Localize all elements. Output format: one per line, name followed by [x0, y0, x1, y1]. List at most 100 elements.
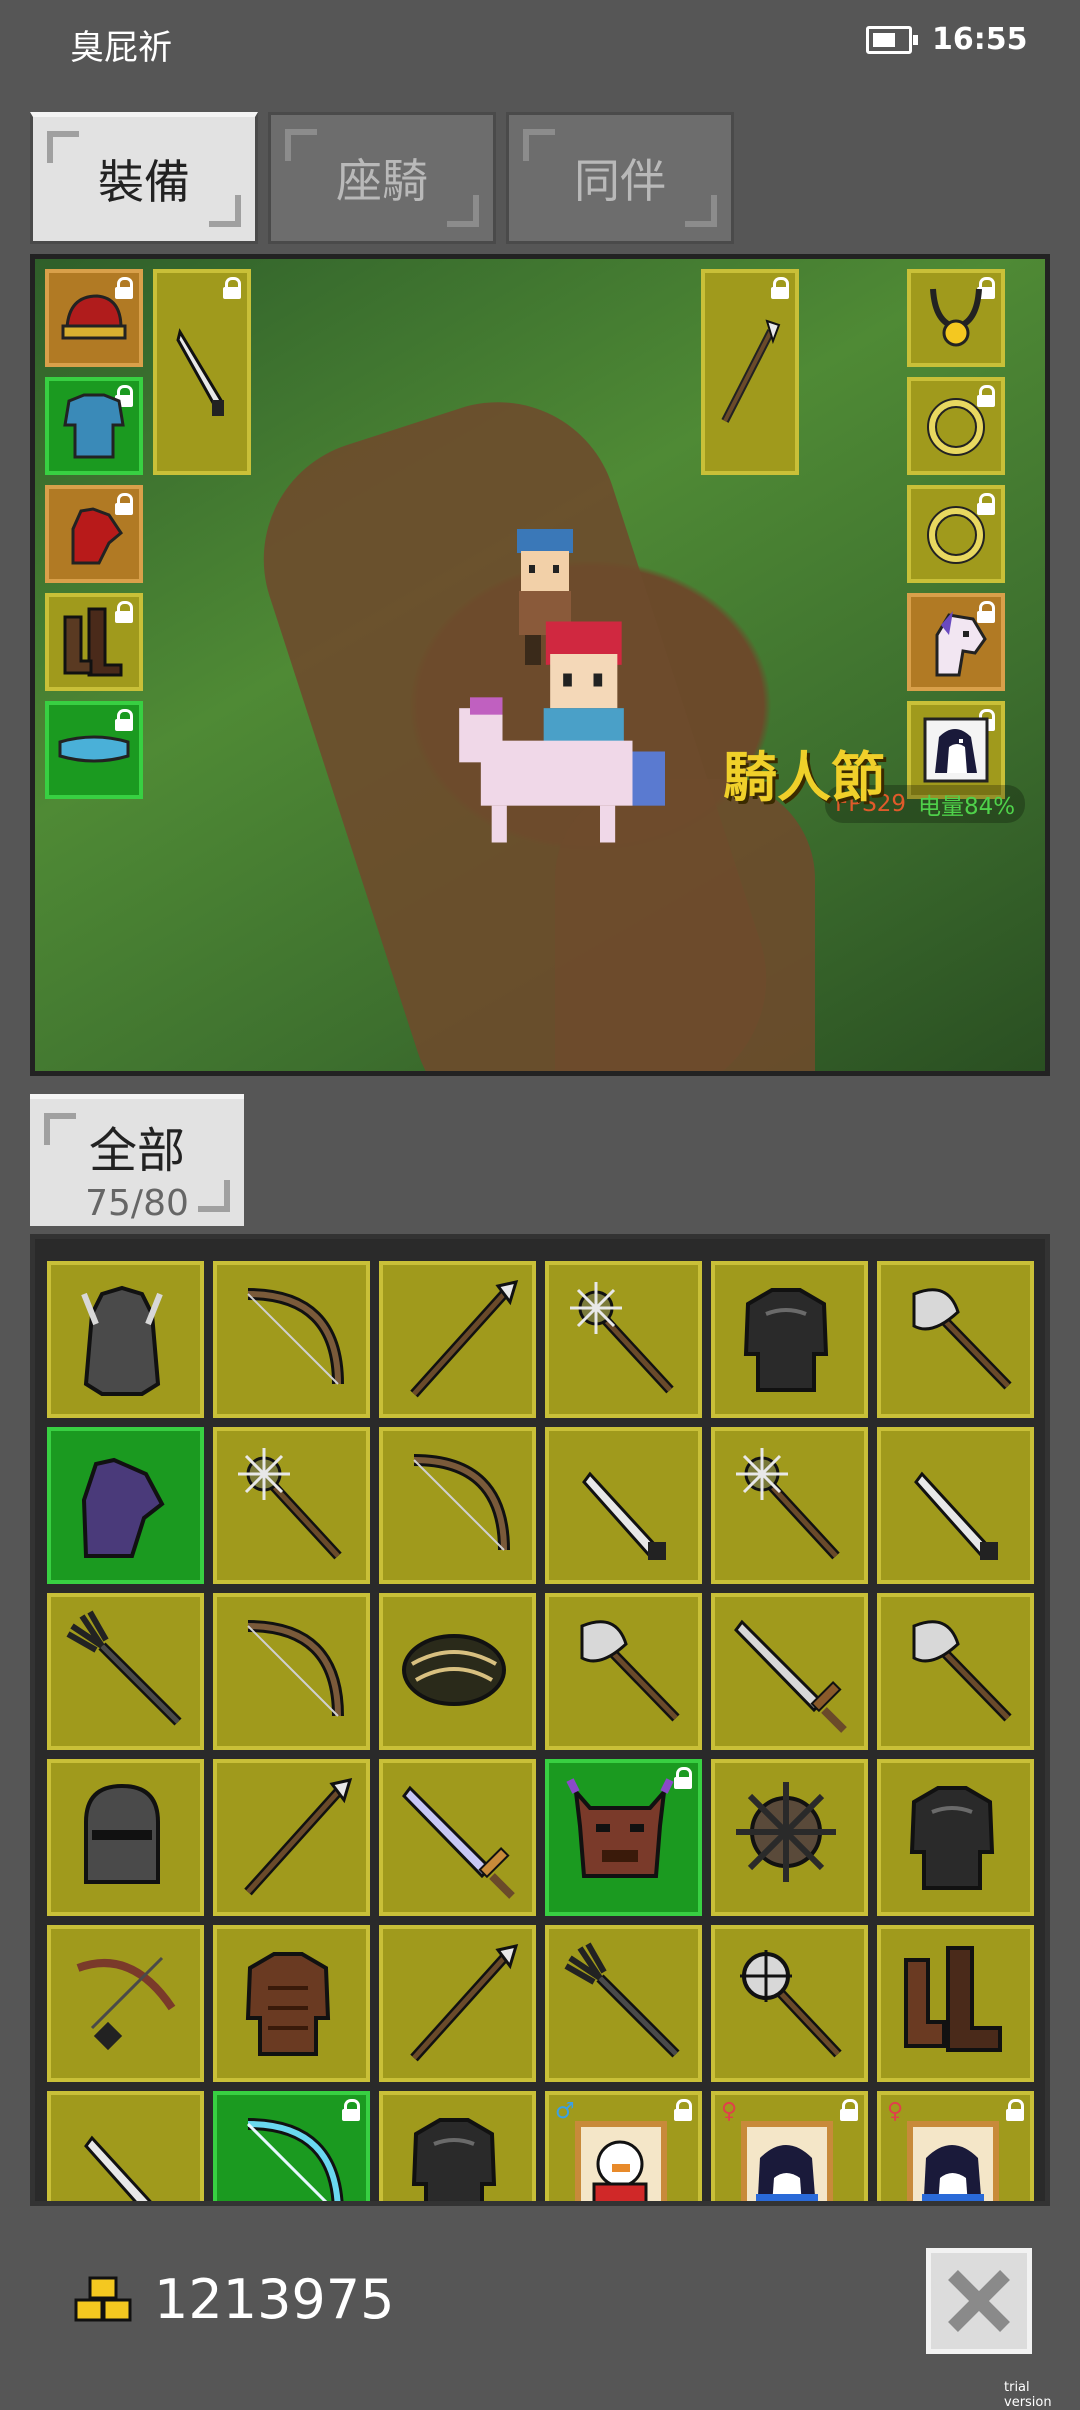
penguin-card-icon — [906, 2120, 999, 2201]
lock-icon — [1006, 2099, 1024, 2121]
inventory-slot[interactable] — [379, 1427, 536, 1584]
lock-icon — [115, 709, 133, 731]
purple-glove-icon — [81, 1457, 165, 1558]
red-cap-icon — [61, 294, 127, 340]
gender-tag: ♀ — [887, 2099, 904, 2124]
inventory-slot[interactable] — [379, 1759, 536, 1916]
inventory-panel[interactable]: ♂ ♀ ♀ — [30, 1234, 1050, 2206]
inventory-slot[interactable] — [47, 1593, 204, 1750]
lock-icon — [223, 277, 241, 299]
inventory-slot[interactable]: ♀ — [711, 2091, 868, 2201]
iron-helmet-icon — [83, 1783, 160, 1884]
tab-mount-label: 座騎 — [336, 154, 428, 208]
inventory-slot[interactable] — [711, 1925, 868, 2082]
character-scene: FPS29 电量84% 騎人節 803 263 599 789 — [30, 254, 1050, 1076]
inventory-slot[interactable] — [877, 1261, 1034, 1418]
battery-label: 电量84% — [917, 794, 1016, 820]
inventory-slot[interactable] — [877, 1759, 1034, 1916]
close-button[interactable] — [926, 2248, 1032, 2354]
inventory-slot[interactable] — [379, 1593, 536, 1750]
inventory-slot[interactable] — [379, 1261, 536, 1418]
blue-armor-icon — [63, 393, 125, 459]
inventory-slot[interactable] — [213, 2091, 370, 2201]
axe-icon — [580, 1619, 680, 1721]
tab-mount[interactable]: 座騎 — [268, 112, 496, 244]
belt-slot[interactable] — [45, 701, 143, 799]
inventory-slot[interactable] — [711, 1261, 868, 1418]
inventory-slot[interactable] — [213, 1261, 370, 1418]
demon-mask-icon — [565, 1777, 674, 1878]
dark-armor-icon — [411, 2117, 496, 2201]
inventory-slot[interactable] — [877, 1427, 1034, 1584]
penguin-card-icon — [740, 2120, 833, 2201]
crossbow-icon — [76, 1956, 175, 2050]
spiked-ball-icon — [735, 1781, 836, 1882]
dagger-icon — [581, 1471, 666, 1560]
tab-equipment[interactable]: 裝備 — [30, 112, 258, 244]
lock-icon — [771, 277, 789, 299]
gold-ring-icon — [927, 398, 985, 456]
inventory-slot[interactable] — [877, 1925, 1034, 2082]
inventory-slot[interactable] — [213, 1925, 370, 2082]
inventory-slot[interactable] — [711, 1759, 868, 1916]
dagger-icon — [913, 1471, 998, 1560]
inventory-slot[interactable] — [545, 1261, 702, 1418]
category-tab-all[interactable]: 全部 75/80 — [30, 1094, 244, 1226]
spear-icon — [409, 1279, 518, 1397]
floating-text: 騎人節 — [723, 746, 885, 809]
basket-icon — [401, 1633, 506, 1706]
tab-companion[interactable]: 同伴 — [506, 112, 734, 244]
inventory-slot[interactable] — [47, 1261, 204, 1418]
penguin-icon — [923, 717, 989, 783]
unicorn-icon — [935, 611, 987, 677]
lock-icon — [342, 2099, 360, 2121]
ring-slot-2[interactable] — [907, 485, 1005, 583]
inventory-slot[interactable] — [47, 1427, 204, 1584]
trident-icon — [564, 1942, 680, 2058]
status-title: 臭屁祈 — [70, 28, 172, 68]
armor-slot[interactable] — [45, 377, 143, 475]
helmet-slot[interactable] — [45, 269, 143, 367]
inventory-slot[interactable] — [47, 1759, 204, 1916]
spear-icon — [409, 1943, 518, 2061]
inventory-slot[interactable] — [545, 1593, 702, 1750]
inventory-slot[interactable] — [379, 1925, 536, 2082]
spear-icon — [243, 1777, 352, 1895]
inventory-slot[interactable]: ♀ — [877, 2091, 1034, 2201]
mace-icon — [735, 1447, 840, 1559]
inventory-slot[interactable] — [711, 1593, 868, 1750]
inventory-slot[interactable] — [545, 1925, 702, 2082]
necklace-slot[interactable] — [907, 269, 1005, 367]
bow-icon — [412, 1453, 510, 1551]
inventory-slot[interactable] — [47, 2091, 204, 2201]
inventory-slot[interactable] — [213, 1759, 370, 1916]
inventory-slot[interactable]: ♂ — [545, 2091, 702, 2201]
boots-slot[interactable] — [45, 593, 143, 691]
offhand-weapon-slot[interactable] — [153, 269, 251, 475]
dagger-icon — [83, 2135, 152, 2201]
close-x-icon — [948, 2270, 1010, 2332]
gloves-slot[interactable] — [45, 485, 143, 583]
hero-sprite — [459, 621, 665, 843]
trident-icon — [66, 1610, 182, 1726]
inventory-slot[interactable] — [47, 1925, 204, 2082]
inventory-slot[interactable] — [545, 1759, 702, 1916]
inventory-slot[interactable] — [379, 2091, 536, 2201]
inventory-slot[interactable] — [213, 1593, 370, 1750]
mount-slot[interactable] — [907, 593, 1005, 691]
dark-armor-icon — [909, 1785, 994, 1890]
main-weapon-slot[interactable] — [701, 269, 799, 475]
silver-sword-icon — [401, 1785, 515, 1899]
bow-icon — [246, 1619, 344, 1717]
ice-bow-icon — [246, 2117, 344, 2201]
horned-helmet-icon — [80, 1285, 163, 1396]
brown-boots-icon — [63, 607, 123, 677]
ring-slot-1[interactable] — [907, 377, 1005, 475]
inventory-slot[interactable] — [877, 1593, 1034, 1750]
boots-icon — [903, 1945, 1002, 2052]
inventory-slot[interactable] — [711, 1427, 868, 1584]
inventory-slot[interactable] — [545, 1427, 702, 1584]
morning-star-icon — [739, 1949, 842, 2057]
inventory-slot[interactable] — [213, 1427, 370, 1584]
axe-icon — [912, 1619, 1012, 1721]
